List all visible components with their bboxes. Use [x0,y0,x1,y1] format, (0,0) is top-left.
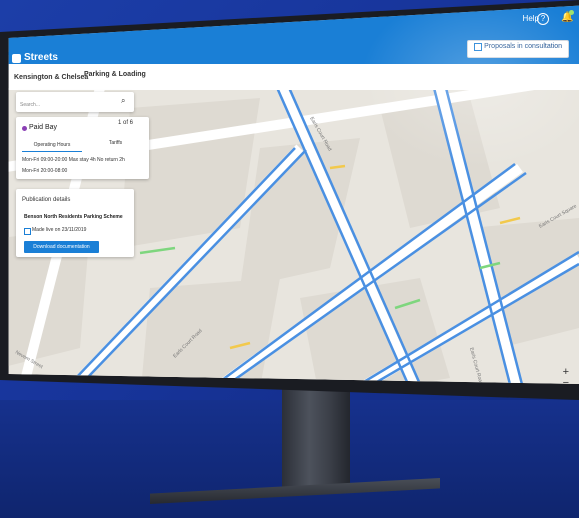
streets-logo-icon [12,54,21,63]
bay-pager[interactable]: 1 of 6 [118,120,133,126]
search-input[interactable]: Search... [20,102,40,108]
hours-row: Mon-Fri 09:00-20:00 Max stay 4h No retur… [22,157,125,163]
help-icon[interactable]: ? [537,13,549,25]
app-title: Streets [24,52,58,63]
search-icon[interactable]: ⌕ [121,96,125,106]
bay-type-title: Paid Bay [29,124,58,131]
category-dropdown[interactable]: Parking & Loading [84,71,146,78]
calendar-icon [24,228,31,235]
download-documentation-button[interactable]: Download documentation [24,241,99,253]
made-live-date: Made live on 23/11/2019 [32,227,87,233]
publication-title: Publication details [22,197,71,203]
hours-row: Mon-Fri 20:00-08:00 [22,168,68,174]
monitor-stand-neck [282,382,350,492]
borough-selector[interactable]: Kensington & Chelsea [14,74,88,81]
external-link-icon [474,43,482,51]
tab-operating-hours[interactable]: Operating Hours [22,139,82,152]
app-screen: Earls Court Road Earls Court Road Earls … [8,5,579,384]
proposals-button[interactable]: Proposals in consultation [467,40,569,58]
tab-tariffs[interactable]: Tariffs [88,137,143,149]
scheme-name: Benson North Residents Parking Scheme [24,214,123,220]
notification-badge [569,10,574,15]
bay-type-dot-icon [22,126,27,131]
